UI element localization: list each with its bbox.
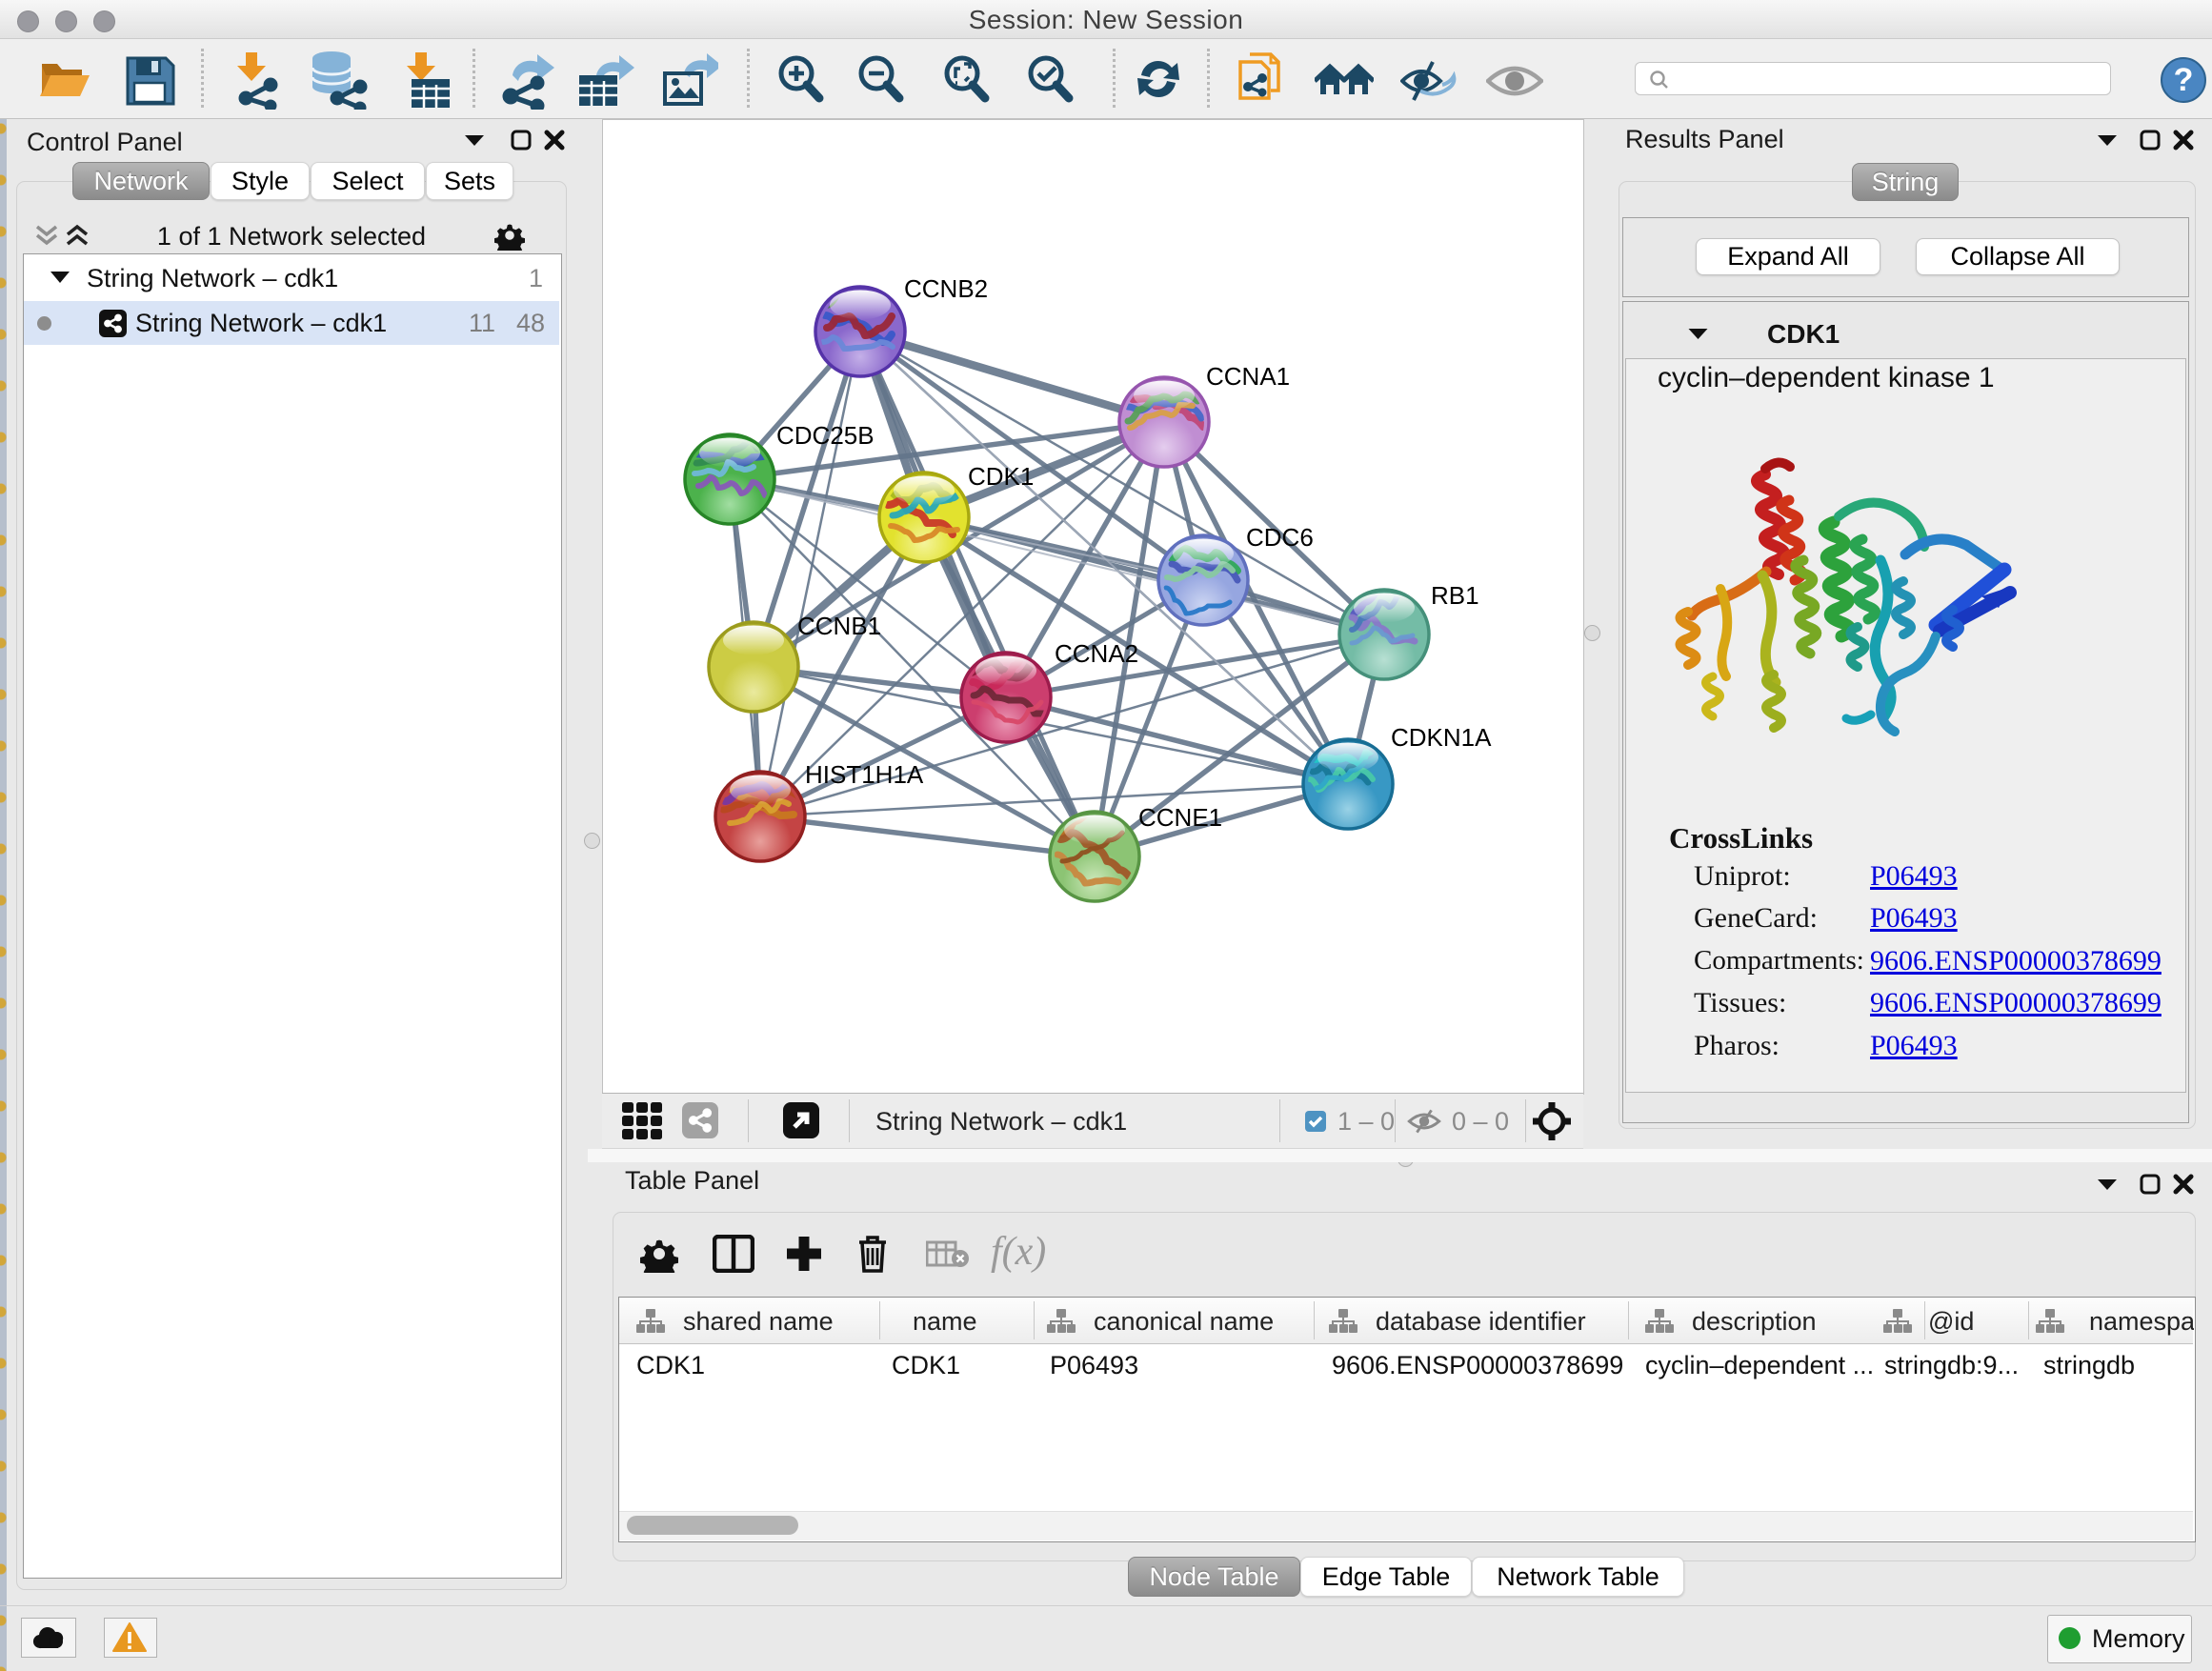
svg-text:HIST1H1A: HIST1H1A	[805, 760, 924, 789]
svg-text:CDC25B: CDC25B	[776, 421, 875, 450]
svg-text:RB1: RB1	[1431, 581, 1479, 610]
svg-text:CDK1: CDK1	[968, 462, 1034, 491]
svg-text:?: ?	[2174, 62, 2194, 98]
svg-text:CDC6: CDC6	[1246, 523, 1314, 552]
svg-text:CCNA2: CCNA2	[1055, 639, 1138, 668]
svg-text:CDKN1A: CDKN1A	[1391, 723, 1492, 752]
svg-text:CCNE1: CCNE1	[1138, 803, 1222, 832]
svg-text:CCNA1: CCNA1	[1206, 362, 1290, 391]
svg-text:CCNB1: CCNB1	[797, 612, 881, 640]
svg-text:CCNB2: CCNB2	[904, 274, 988, 303]
